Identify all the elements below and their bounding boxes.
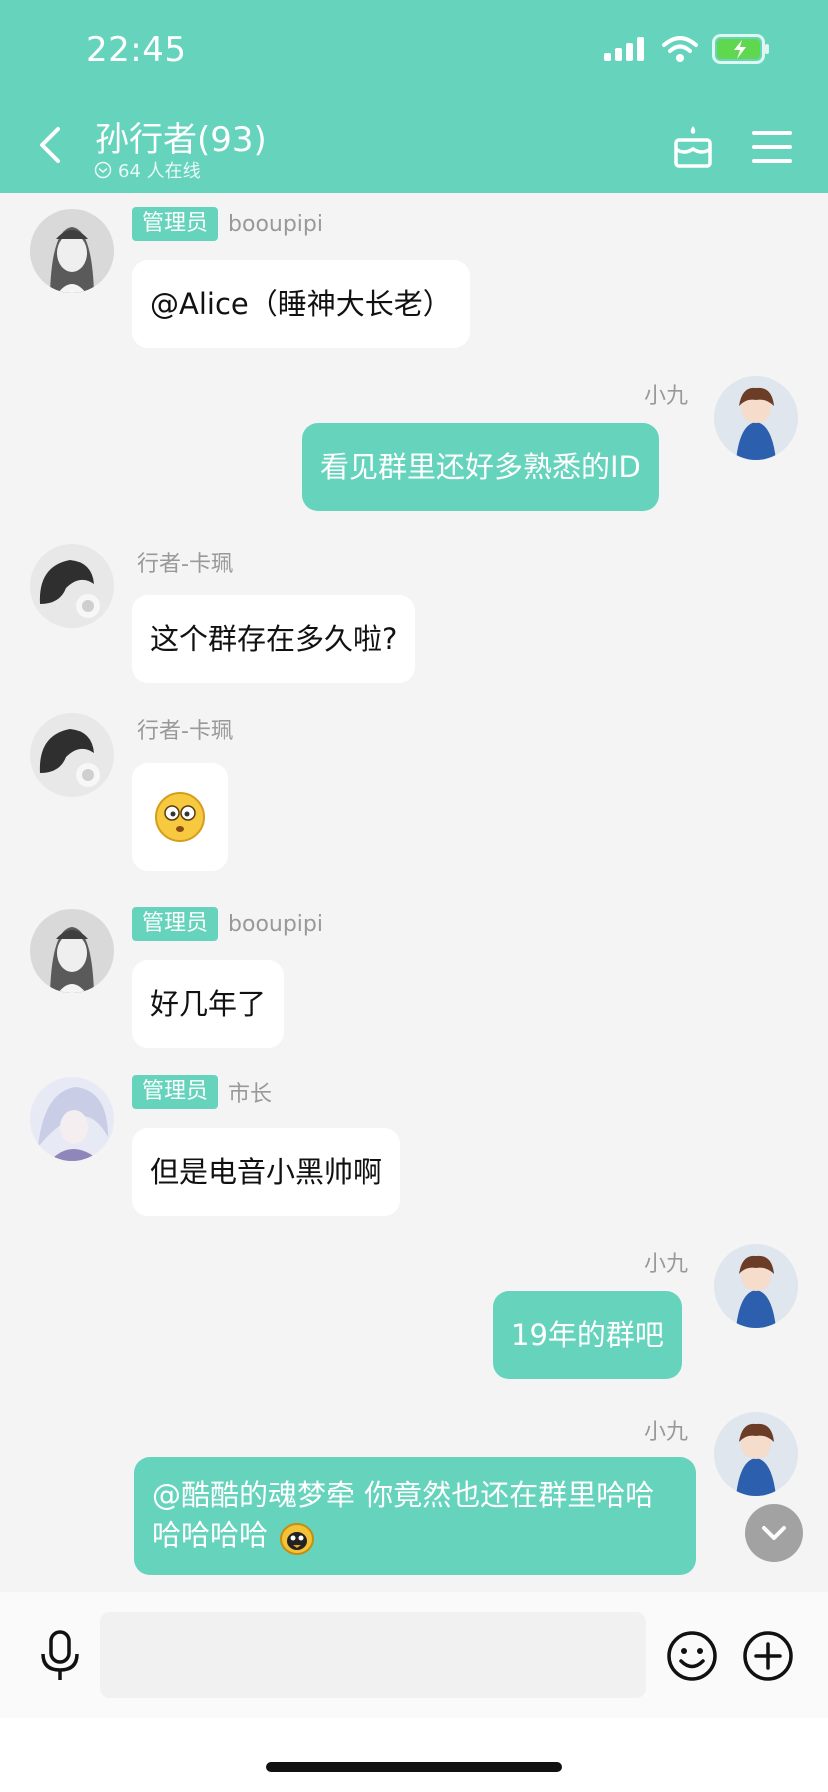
dizzy-face-emoji-icon [155,792,205,842]
admin-badge: 管理员 [132,907,219,941]
avatar-xingzhe-kapei[interactable] [30,713,114,797]
message-bubble[interactable]: 但是电音小黑帅啊 [132,1128,401,1216]
sender-name: 行者-卡珮 [137,552,233,577]
plus-icon[interactable] [742,1630,794,1682]
battery-icon [712,34,769,64]
avatar-booupipi[interactable] [30,909,114,993]
menu-icon[interactable] [752,130,792,164]
message-bubble[interactable]: @Alice（睡神大长老） [132,260,470,348]
group-title[interactable]: 孙行者(93) [95,112,267,161]
wifi-icon [662,36,698,62]
penguin-emoji-icon [280,1523,315,1555]
sender-line: 管理员 booupipi [132,207,323,241]
sender-line: 管理员 booupipi [132,907,323,941]
online-check-icon [94,161,112,179]
avatar-shizhang[interactable] [30,1077,114,1161]
avatar-xiaojiu[interactable] [714,1412,798,1496]
message-bubble[interactable] [132,763,228,871]
chat-header: 22:45 孙行者(93) 64 人在线 [0,0,828,193]
message-bubble[interactable]: @酷酷的魂梦牵 你竟然也还在群里哈哈哈哈哈哈 [134,1457,696,1575]
message-bubble[interactable]: 好几年了 [132,960,285,1048]
emoji-smile-icon[interactable] [666,1630,718,1682]
sender-name: booupipi [228,211,323,237]
chevron-down-icon [762,1526,786,1540]
avatar-xiaojiu[interactable] [714,1244,798,1328]
sender-name: 市长 [228,1082,273,1107]
message-text: @酷酷的魂梦牵 你竟然也还在群里哈哈哈哈哈哈 [152,1478,655,1552]
scroll-to-bottom-button[interactable] [745,1504,803,1562]
microphone-icon[interactable] [38,1630,82,1682]
home-indicator[interactable] [266,1762,562,1772]
sender-line: 管理员 市长 [132,1075,272,1109]
online-count: 64 人在线 [94,157,201,183]
sender-name: 小九 [644,1420,689,1445]
message-input[interactable] [100,1612,646,1698]
sender-name: 小九 [644,1252,689,1277]
back-arrow-icon[interactable] [36,125,66,165]
message-bubble[interactable]: 19年的群吧 [493,1291,682,1379]
admin-badge: 管理员 [132,1075,219,1109]
online-count-label: 64 人在线 [118,161,201,182]
sender-name: booupipi [228,911,323,937]
admin-badge: 管理员 [132,207,219,241]
message-bubble[interactable]: 看见群里还好多熟悉的ID [302,423,659,511]
sender-name: 小九 [644,384,689,409]
sender-name: 行者-卡珮 [137,719,233,744]
home-area [0,1718,828,1792]
cake-icon[interactable] [672,124,714,168]
avatar-booupipi[interactable] [30,209,114,293]
avatar-xiaojiu[interactable] [714,376,798,460]
chat-screen: 22:45 孙行者(93) 64 人在线 管理员 booupipi @Alice… [0,0,828,1792]
status-time: 22:45 [86,30,187,70]
status-icons [604,34,770,64]
avatar-xingzhe-kapei[interactable] [30,544,114,628]
message-bubble[interactable]: 这个群存在多久啦? [132,595,416,683]
signal-icon [604,37,644,61]
